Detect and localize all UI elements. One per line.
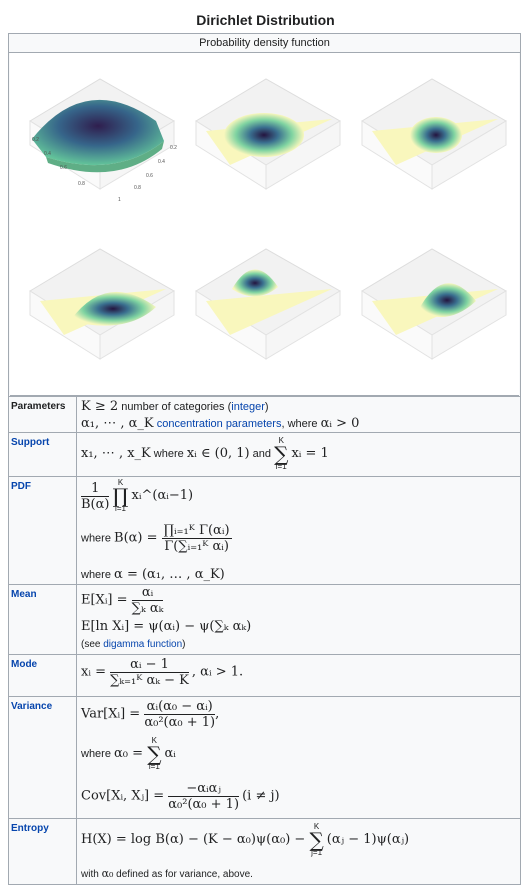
- math-expression: (i ≠ j): [242, 788, 280, 804]
- math-expression: (αⱼ − 1)ψ(αⱼ): [326, 831, 410, 847]
- row-label[interactable]: Mode: [9, 655, 77, 697]
- row-parameters: Parameters K ≥ 2 number of categories (i…: [9, 396, 520, 433]
- integer-link[interactable]: integer: [231, 401, 265, 413]
- math-expression: α₀ =: [114, 745, 148, 761]
- math-expression: xᵢ = 1: [291, 445, 329, 461]
- row-label: Parameters: [9, 397, 77, 433]
- text: and: [249, 447, 275, 460]
- tick-label: 1: [118, 197, 121, 203]
- math-expression: αᵢ > 0: [320, 416, 360, 431]
- math-expression: E[ln Xᵢ] = ψ(αᵢ) − ψ(∑ₖ αₖ): [81, 619, 252, 634]
- math-expression: α = (α₁, … , α_K): [114, 567, 225, 582]
- tick-label: 0.6: [146, 173, 153, 179]
- text: where: [81, 747, 115, 760]
- sum-symbol: K ∑ i=1: [147, 736, 162, 771]
- density-plot-6: [348, 231, 516, 381]
- concentration-parameters-link[interactable]: concentration parameters: [157, 418, 282, 430]
- density-plot-2: [182, 61, 350, 211]
- row-label[interactable]: Entropy: [9, 819, 77, 885]
- infobox: Probability density function 0.2 0.4 0.6…: [8, 33, 521, 885]
- row-label[interactable]: Support: [9, 433, 77, 477]
- math-expression: α₁, ⋯ , α_K: [81, 416, 154, 431]
- row-support: Support x₁, ⋯ , x_K where xᵢ ∈ (0, 1) an…: [9, 432, 520, 477]
- row-label[interactable]: PDF: [9, 477, 77, 585]
- fraction: αᵢ ∑ₖ αₖ: [131, 585, 164, 616]
- row-mode: Mode xᵢ = αᵢ − 1 ∑ₖ₌₁ᴷ αₖ − K , αᵢ > 1.: [9, 654, 520, 697]
- math-expression: H(X) = log B(α) − (K − α₀)ψ(α₀) −: [81, 831, 310, 847]
- infobox-title: Dirichlet Distribution: [196, 12, 335, 28]
- fraction: αᵢ(α₀ − αᵢ) α₀²(α₀ + 1): [144, 699, 216, 730]
- row-label[interactable]: Variance: [9, 697, 77, 819]
- product-symbol: K ∏ i=1: [112, 478, 129, 513]
- math-expression: x₁, ⋯ , x_K: [81, 445, 151, 461]
- density-plot-1: [16, 61, 184, 211]
- text: ): [182, 639, 186, 650]
- digamma-function-link[interactable]: digamma function: [103, 639, 182, 650]
- math-expression: xᵢ^(αᵢ−1): [131, 487, 194, 503]
- row-mean: Mean E[Xᵢ] = αᵢ ∑ₖ αₖ E[ln Xᵢ] = ψ(αᵢ) − …: [9, 584, 520, 655]
- tick-label: 0.2: [170, 145, 177, 151]
- density-plot-4: [16, 231, 184, 381]
- math-expression: xᵢ =: [81, 664, 111, 680]
- tick-label: 0.4: [44, 151, 51, 157]
- row-entropy: Entropy H(X) = log B(α) − (K − α₀)ψ(α₀) …: [9, 818, 520, 885]
- text: defined as for variance, above.: [113, 869, 253, 880]
- math-expression: Var[Xᵢ] =: [81, 706, 145, 722]
- row-label[interactable]: Mean: [9, 585, 77, 655]
- text: where: [150, 447, 187, 460]
- math-expression: E[Xᵢ] =: [81, 592, 132, 608]
- tick-label: 0.8: [134, 185, 141, 191]
- math-expression: B(α) =: [114, 530, 162, 546]
- row-variance: Variance Var[Xᵢ] = αᵢ(α₀ − αᵢ) α₀²(α₀ + 1…: [9, 696, 520, 819]
- text: where: [81, 569, 115, 581]
- sum-symbol: K ∑ i=1: [274, 436, 289, 471]
- sum-symbol: K ∑ j=1: [309, 822, 324, 857]
- pdf-figures: 0.2 0.4 0.6 0.8 1 0.2 0.4 0.6 0.8: [10, 53, 519, 396]
- row-pdf: PDF 1 B(α) K ∏ i=1 xᵢ^(αᵢ−1) where B(α) = ∏…: [9, 476, 520, 585]
- math-expression: , αᵢ > 1.: [191, 664, 244, 680]
- math-expression: αᵢ: [164, 745, 176, 761]
- figure-caption: Probability density function: [9, 34, 520, 53]
- text: , where: [281, 418, 321, 430]
- tick-label: 0.8: [78, 181, 85, 187]
- text: where: [81, 532, 115, 545]
- text: (see: [81, 639, 104, 650]
- text: number of categories (: [118, 401, 232, 413]
- math-expression: α₀: [101, 867, 114, 880]
- tick-label: 0.6: [60, 165, 67, 171]
- text: ): [264, 401, 269, 413]
- math-expression: xᵢ ∈ (0, 1): [186, 445, 250, 461]
- math-expression: Cov[Xᵢ, Xⱼ] =: [81, 788, 169, 804]
- tick-label: 0.2: [32, 137, 39, 143]
- density-plot-5: [182, 231, 350, 381]
- math-expression: K ≥ 2: [81, 399, 119, 414]
- text: with: [81, 869, 102, 880]
- fraction: 1 B(α): [81, 480, 110, 512]
- fraction: ∏ᵢ₌₁ᴷ Γ(αᵢ) Γ(∑ᵢ₌₁ᴷ αᵢ): [161, 523, 232, 554]
- fraction: −αᵢαⱼ α₀²(α₀ + 1): [168, 781, 240, 812]
- tick-label: 0.4: [158, 159, 165, 165]
- density-plot-3: [348, 61, 516, 211]
- fraction: αᵢ − 1 ∑ₖ₌₁ᴷ αₖ − K: [110, 657, 189, 688]
